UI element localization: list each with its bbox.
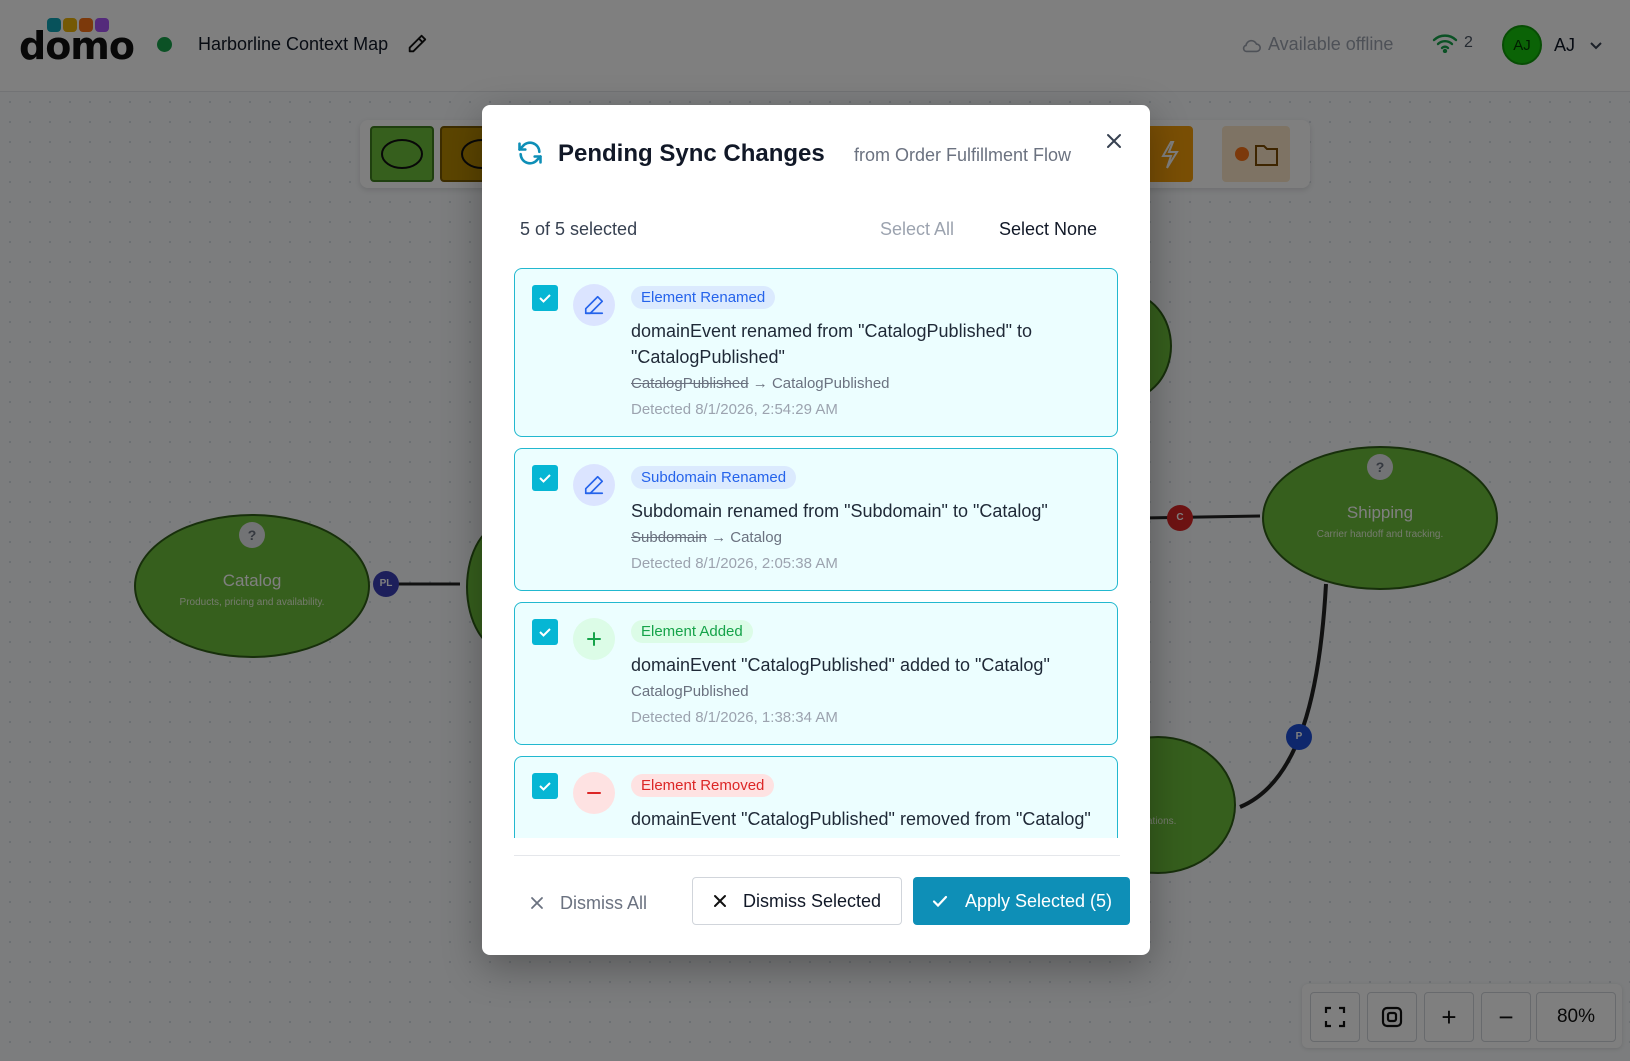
change-type-tag: Subdomain Renamed [631, 466, 797, 489]
selected-count: 5 of 5 selected [520, 219, 638, 239]
close-icon [713, 895, 726, 907]
arrow-icon: → [711, 529, 727, 546]
modal-header: Pending Sync Changes from Order Fulfillm… [514, 135, 1120, 175]
dismiss-selected-label: Dismiss Selected [742, 890, 882, 911]
select-none-button[interactable]: Select None [999, 219, 1097, 240]
rename-kind-badge [573, 284, 615, 326]
change-value: CatalogPublished [631, 683, 749, 700]
minus-icon [587, 792, 601, 794]
change-type-tag: Element Removed [631, 774, 775, 797]
check-icon [539, 474, 551, 483]
remove-kind-badge [573, 772, 615, 814]
change-description: domainEvent renamed from "CatalogPublish… [631, 321, 1033, 367]
dismiss-all-button[interactable]: Dismiss All [530, 883, 647, 923]
dismiss-all-label: Dismiss All [560, 892, 648, 913]
check-icon [539, 294, 551, 303]
select-all-button[interactable]: Select All [880, 219, 954, 240]
pending-sync-modal: Pending Sync Changes from Order Fulfillm… [482, 105, 1150, 955]
detected-timestamp: Detected 8/1/2026, 2:05:38 AM [631, 555, 838, 572]
change-checkbox[interactable] [532, 285, 558, 311]
change-type-tag: Element Added [631, 620, 753, 643]
change-checkbox[interactable] [532, 773, 558, 799]
close-icon [1107, 134, 1121, 148]
plus-icon [587, 632, 601, 646]
change-diff: CatalogPublished → CatalogPublished [631, 375, 890, 392]
change-description: Subdomain renamed from "Subdomain" to "C… [631, 501, 1048, 521]
apply-selected-button[interactable]: Apply Selected (5) [913, 877, 1130, 925]
old-value: Subdomain [631, 529, 707, 546]
close-icon [531, 897, 543, 909]
change-diff: Subdomain → Catalog [631, 529, 782, 546]
footer-divider [514, 855, 1120, 856]
rename-kind-badge [573, 464, 615, 506]
check-icon [539, 782, 551, 791]
change-description: domainEvent "CatalogPublished" added to … [631, 655, 1050, 675]
check-icon [539, 628, 551, 637]
change-item[interactable]: Element Added domainEvent "CatalogPublis… [514, 602, 1118, 745]
change-checkbox[interactable] [532, 465, 558, 491]
dismiss-selected-button[interactable]: Dismiss Selected [692, 877, 902, 925]
sync-refresh-icon [516, 139, 544, 167]
new-value: CatalogPublished [771, 375, 890, 392]
check-icon [932, 895, 948, 908]
changes-list[interactable]: Element Renamed domainEvent renamed from… [514, 268, 1120, 838]
add-kind-badge [573, 618, 615, 660]
modal-subtitle: from Order Fulfillment Flow [854, 145, 1072, 165]
detected-timestamp: Detected 8/1/2026, 2:54:29 AM [631, 401, 838, 418]
detected-timestamp: Detected 8/1/2026, 1:38:34 AM [631, 709, 838, 726]
change-item[interactable]: Element Renamed domainEvent renamed from… [514, 268, 1118, 437]
change-type-tag: Element Renamed [631, 286, 776, 309]
modal-title: Pending Sync Changes [558, 140, 825, 167]
apply-selected-label: Apply Selected (5) [964, 890, 1113, 911]
pencil-icon [584, 475, 604, 495]
pencil-icon [584, 295, 604, 315]
selection-bar: 5 of 5 selected Select All Select None [520, 215, 1110, 245]
close-button[interactable] [1100, 127, 1128, 155]
old-value: CatalogPublished [631, 375, 749, 392]
arrow-icon: → [752, 375, 768, 392]
change-item[interactable]: Element Removed domainEvent "CatalogPubl… [514, 756, 1118, 838]
change-item[interactable]: Subdomain Renamed Subdomain renamed from… [514, 448, 1118, 591]
change-description: domainEvent "CatalogPublished" removed f… [631, 809, 1091, 829]
new-value: Catalog [730, 529, 782, 546]
change-checkbox[interactable] [532, 619, 558, 645]
